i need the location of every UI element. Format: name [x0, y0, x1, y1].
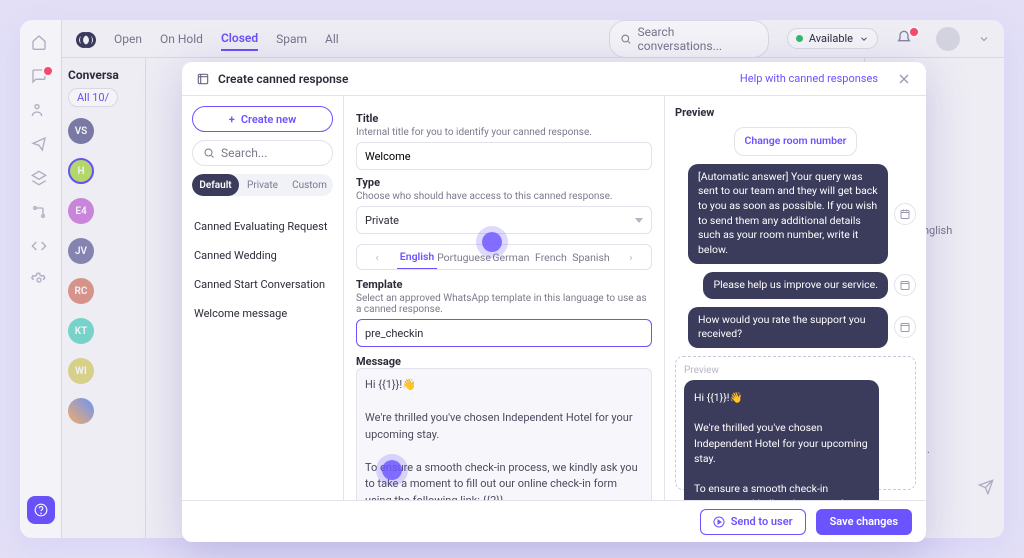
chevron-right-icon[interactable]: ›	[611, 246, 651, 269]
create-new-button[interactable]: + Create new	[192, 106, 333, 132]
help-link[interactable]: Help with canned responses	[740, 72, 878, 85]
title-label: Title	[356, 112, 652, 125]
lang-tab-english[interactable]: English	[397, 245, 437, 270]
preview-tag: Preview	[684, 365, 907, 376]
preview-message: Hi {{1}}!👋 We're thrilled you've chosen …	[684, 380, 879, 500]
modal-form: Title Internal title for you to identify…	[344, 96, 664, 500]
change-room-button[interactable]: Change room number	[734, 127, 858, 156]
calendar-icon	[894, 316, 916, 338]
create-new-label: Create new	[241, 113, 296, 126]
preview-row: Change room number	[675, 127, 916, 156]
segment-private[interactable]: Private	[239, 174, 286, 196]
play-icon	[713, 516, 725, 528]
search-icon	[203, 147, 215, 159]
preview-label: Preview	[675, 106, 916, 119]
lang-tab-german[interactable]: German	[491, 246, 531, 269]
segment-custom[interactable]: Custom	[286, 174, 333, 196]
message-textarea[interactable]: Hi {{1}}!👋 We're thrilled you've chosen …	[356, 368, 652, 500]
chevron-left-icon[interactable]: ‹	[357, 246, 397, 269]
template-icon	[196, 72, 210, 86]
template-label: Template	[356, 278, 652, 291]
preview-row: [Automatic answer] Your query was sent t…	[675, 164, 916, 264]
title-input[interactable]	[356, 142, 652, 170]
close-button[interactable]	[896, 71, 912, 87]
modal-header: Create canned response Help with canned …	[182, 62, 926, 96]
modal-title: Create canned response	[218, 72, 348, 86]
modal-footer: Send to user Save changes	[182, 500, 926, 542]
canned-list: Canned Evaluating Request Canned Wedding…	[192, 212, 333, 328]
preview-panel: Preview Change room number [Automatic an…	[664, 96, 926, 500]
type-label: Type	[356, 176, 652, 189]
type-hint: Choose who should have access to this ca…	[356, 191, 652, 202]
calendar-icon	[894, 274, 916, 296]
segment-control: Default Private Custom	[192, 174, 333, 196]
calendar-icon	[894, 203, 916, 225]
preview-bubble: [Automatic answer] Your query was sent t…	[688, 164, 888, 264]
search-placeholder: Search...	[221, 146, 267, 160]
preview-row: Please help us improve our service.	[675, 272, 916, 299]
save-changes-label: Save changes	[830, 515, 898, 528]
segment-default[interactable]: Default	[192, 174, 239, 196]
canned-item[interactable]: Canned Start Conversation	[192, 270, 333, 299]
title-hint: Internal title for you to identify your …	[356, 127, 652, 138]
modal-left-panel: + Create new Search... Default Private C…	[182, 96, 344, 500]
preview-row: How would you rate the support you recei…	[675, 307, 916, 348]
language-tabs: ‹ English Portuguese German French Spani…	[356, 244, 652, 270]
preview-bubble: Please help us improve our service.	[703, 272, 888, 299]
lang-tab-portuguese[interactable]: Portuguese	[437, 246, 491, 269]
preview-bubble: How would you rate the support you recei…	[688, 307, 888, 348]
send-to-user-button[interactable]: Send to user	[700, 509, 806, 535]
lang-tab-spanish[interactable]: Spanish	[571, 246, 611, 269]
message-label: Message	[356, 355, 652, 368]
send-to-user-label: Send to user	[731, 515, 793, 528]
type-value: Private	[365, 214, 399, 227]
preview-output: Preview Hi {{1}}!👋 We're thrilled you've…	[675, 356, 916, 490]
template-hint: Select an approved WhatsApp template in …	[356, 293, 652, 315]
canned-item[interactable]: Canned Wedding	[192, 241, 333, 270]
template-value: pre_checkin	[365, 327, 423, 340]
template-select[interactable]: pre_checkin	[356, 319, 652, 347]
canned-item[interactable]: Welcome message	[192, 299, 333, 328]
canned-item[interactable]: Canned Evaluating Request	[192, 212, 333, 241]
modal-body: + Create new Search... Default Private C…	[182, 96, 926, 500]
canned-response-modal: Create canned response Help with canned …	[182, 62, 926, 542]
plus-icon: +	[229, 113, 235, 126]
type-select[interactable]: Private	[356, 206, 652, 234]
search-canned[interactable]: Search...	[192, 140, 333, 166]
save-changes-button[interactable]: Save changes	[816, 509, 912, 535]
lang-tab-french[interactable]: French	[531, 246, 571, 269]
